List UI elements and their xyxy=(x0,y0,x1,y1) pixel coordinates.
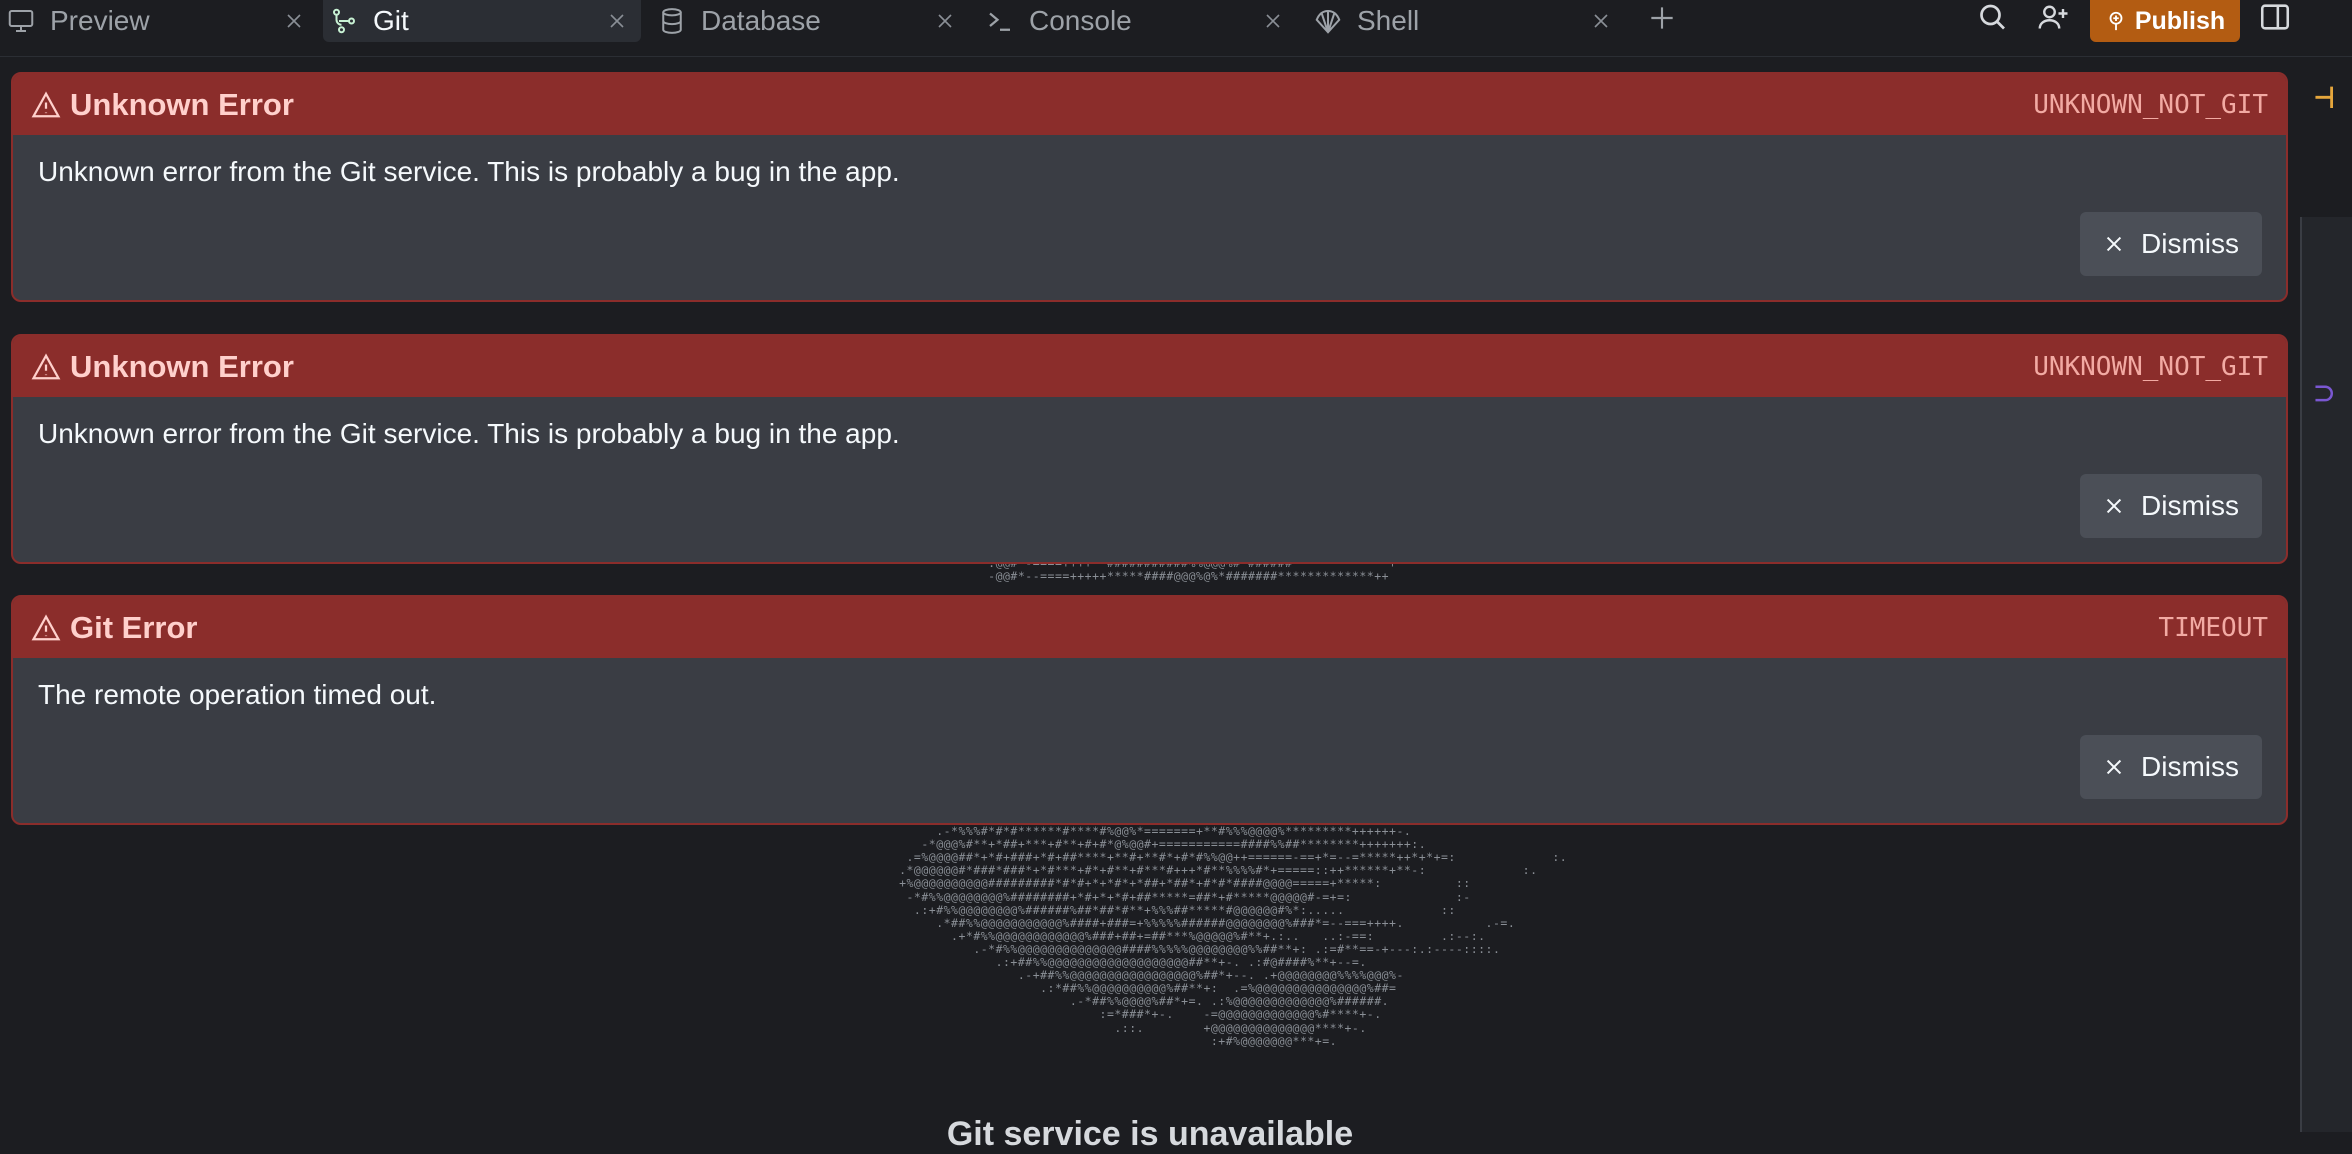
tab-preview[interactable]: Preview xyxy=(0,0,318,42)
warning-icon xyxy=(31,613,61,640)
error-code: UNKNOWN_NOT_GIT xyxy=(2033,351,2268,382)
close-tab-icon[interactable] xyxy=(1589,9,1613,33)
terminal-icon xyxy=(989,12,1010,31)
invite-user-icon[interactable] xyxy=(2036,0,2072,36)
right-editor-strip: ⊣ ⊃ xyxy=(2300,57,2352,1132)
editor-glyph: ⊃ xyxy=(2314,373,2335,413)
close-tab-icon[interactable] xyxy=(1261,9,1285,33)
tab-label: Git xyxy=(373,5,409,36)
error-card: Unknown Error UNKNOWN_NOT_GIT Unknown er… xyxy=(11,334,2288,564)
dismiss-label: Dismiss xyxy=(2141,490,2239,521)
error-header: Git Error TIMEOUT xyxy=(13,597,2286,658)
editor-edge xyxy=(2300,217,2352,1132)
database-icon xyxy=(662,8,682,34)
dismiss-button[interactable]: Dismiss xyxy=(2080,735,2262,799)
error-title: Unknown Error xyxy=(70,86,294,122)
error-title: Unknown Error xyxy=(70,348,294,384)
error-title: Git Error xyxy=(70,609,198,645)
tab-shell[interactable]: Shell xyxy=(1307,0,1625,42)
tab-label: Database xyxy=(701,5,821,36)
close-tab-icon[interactable] xyxy=(933,9,957,33)
monitor-icon xyxy=(8,10,34,32)
pane-status-message: Git service is unavailable xyxy=(946,1115,1354,1153)
editor-glyph: ⊣ xyxy=(2314,77,2335,117)
workspace-tab-bar: Preview Git Database Console Shell Publi… xyxy=(0,0,2352,57)
dismiss-label: Dismiss xyxy=(2141,228,2239,259)
warning-icon xyxy=(31,352,61,379)
error-message: Unknown error from the Git service. This… xyxy=(38,418,900,449)
close-icon xyxy=(2106,759,2122,775)
error-card: Unknown Error UNKNOWN_NOT_GIT Unknown er… xyxy=(11,72,2288,302)
error-card: Git Error TIMEOUT The remote operation t… xyxy=(11,595,2288,825)
publish-button[interactable]: Publish xyxy=(2090,0,2240,42)
tab-console[interactable]: Console xyxy=(979,0,1297,42)
git-branch-icon xyxy=(333,8,355,34)
tab-label: Preview xyxy=(50,5,150,36)
close-tab-icon[interactable] xyxy=(605,9,629,33)
close-icon xyxy=(2106,236,2122,252)
tab-git[interactable]: Git xyxy=(323,0,641,42)
ascii-illustration-lower: .:.:@@@%**#**###*#*+:-.++====*#*#*#@@@@@… xyxy=(899,811,1568,1048)
dismiss-label: Dismiss xyxy=(2141,751,2239,782)
search-icon[interactable] xyxy=(1974,0,2010,36)
error-header: Unknown Error UNKNOWN_NOT_GIT xyxy=(13,336,2286,397)
toggle-sidebar-icon[interactable] xyxy=(2258,0,2292,34)
close-tab-icon[interactable] xyxy=(282,9,306,33)
tab-database[interactable]: Database xyxy=(651,0,969,42)
warning-icon xyxy=(31,90,61,117)
tab-label: Console xyxy=(1029,5,1132,36)
error-message: The remote operation timed out. xyxy=(38,679,437,710)
publish-label: Publish xyxy=(2134,6,2226,35)
error-message: Unknown error from the Git service. This… xyxy=(38,156,900,187)
dismiss-button[interactable]: Dismiss xyxy=(2080,474,2262,538)
error-code: TIMEOUT xyxy=(2158,612,2268,643)
add-tab-icon[interactable] xyxy=(1646,2,1678,34)
dismiss-button[interactable]: Dismiss xyxy=(2080,212,2262,276)
error-header: Unknown Error UNKNOWN_NOT_GIT xyxy=(13,74,2286,135)
publish-icon xyxy=(2109,11,2123,31)
tab-label: Shell xyxy=(1357,5,1420,36)
error-code: UNKNOWN_NOT_GIT xyxy=(2033,89,2268,120)
shell-icon xyxy=(1315,9,1341,34)
close-icon xyxy=(2106,498,2122,514)
